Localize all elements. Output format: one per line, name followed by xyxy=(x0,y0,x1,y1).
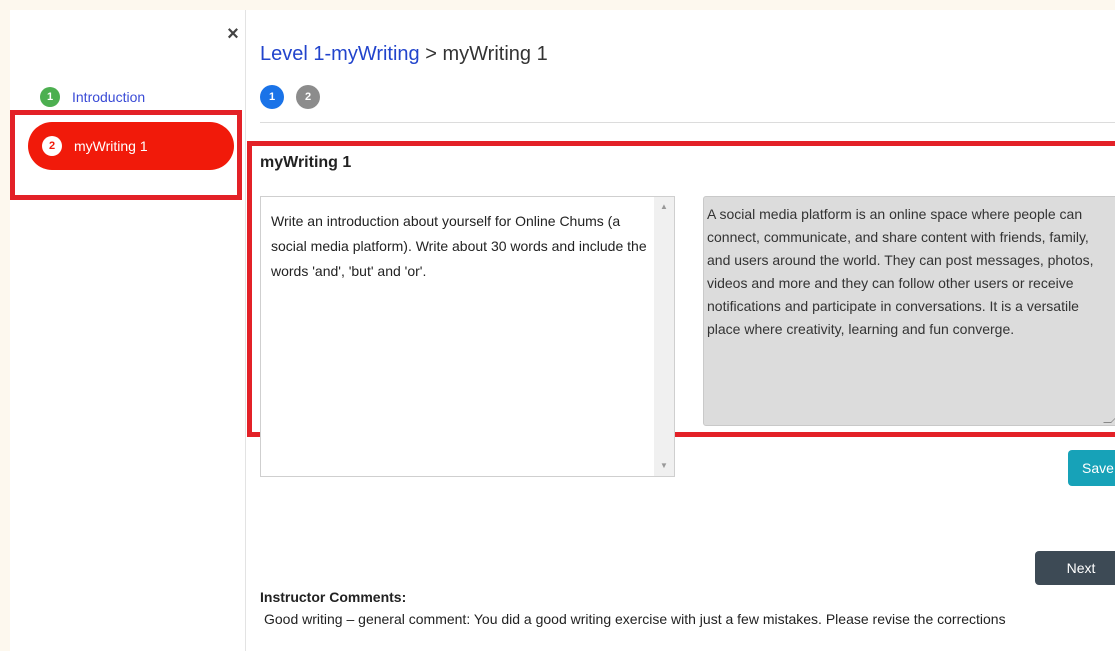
sidebar: × 1 Introduction 2 myWriting 1 xyxy=(10,10,246,651)
next-button[interactable]: Next xyxy=(1035,551,1115,585)
scrollbar[interactable]: ▲ ▼ xyxy=(654,197,674,476)
resize-grip-icon[interactable] xyxy=(1103,415,1115,423)
sidebar-item-label: Introduction xyxy=(72,89,146,105)
save-button[interactable]: Save xyxy=(1068,450,1115,486)
sidebar-item-mywriting-1[interactable]: 2 myWriting 1 xyxy=(28,122,234,170)
response-textarea[interactable]: A social media platform is an online spa… xyxy=(703,196,1115,426)
step-2-button[interactable]: 2 xyxy=(296,85,320,109)
close-icon[interactable]: × xyxy=(224,24,242,44)
sidebar-item-introduction[interactable]: 1 Introduction xyxy=(40,86,145,108)
instructor-comments-text: Good writing – general comment: You did … xyxy=(264,611,1006,627)
breadcrumb-separator: > xyxy=(419,43,443,65)
breadcrumb: Level 1-myWriting > myWriting 1 xyxy=(260,43,548,66)
step-indicator: 1 2 xyxy=(260,85,320,109)
active-item-highlight: 2 myWriting 1 xyxy=(10,110,242,200)
instructor-comments-title: Instructor Comments: xyxy=(260,589,407,605)
sidebar-item-label: myWriting 1 xyxy=(74,138,148,154)
response-text: A social media platform is an online spa… xyxy=(707,206,1094,337)
step-1-button[interactable]: 1 xyxy=(260,85,284,109)
prompt-text: Write an introduction about yourself for… xyxy=(271,213,647,279)
app-frame: × 1 Introduction 2 myWriting 1 Level 1-m… xyxy=(10,10,1115,651)
scroll-up-icon[interactable]: ▲ xyxy=(654,199,674,215)
step-badge: 1 xyxy=(40,87,60,107)
divider xyxy=(260,122,1115,123)
breadcrumb-current: myWriting 1 xyxy=(442,43,548,65)
prompt-textarea[interactable]: Write an introduction about yourself for… xyxy=(260,196,675,477)
main-content: Level 1-myWriting > myWriting 1 1 2 myWr… xyxy=(247,10,1115,651)
section-title: myWriting 1 xyxy=(260,154,352,171)
scroll-down-icon[interactable]: ▼ xyxy=(654,458,674,474)
breadcrumb-link[interactable]: Level 1-myWriting xyxy=(260,43,420,65)
step-badge: 2 xyxy=(42,136,62,156)
